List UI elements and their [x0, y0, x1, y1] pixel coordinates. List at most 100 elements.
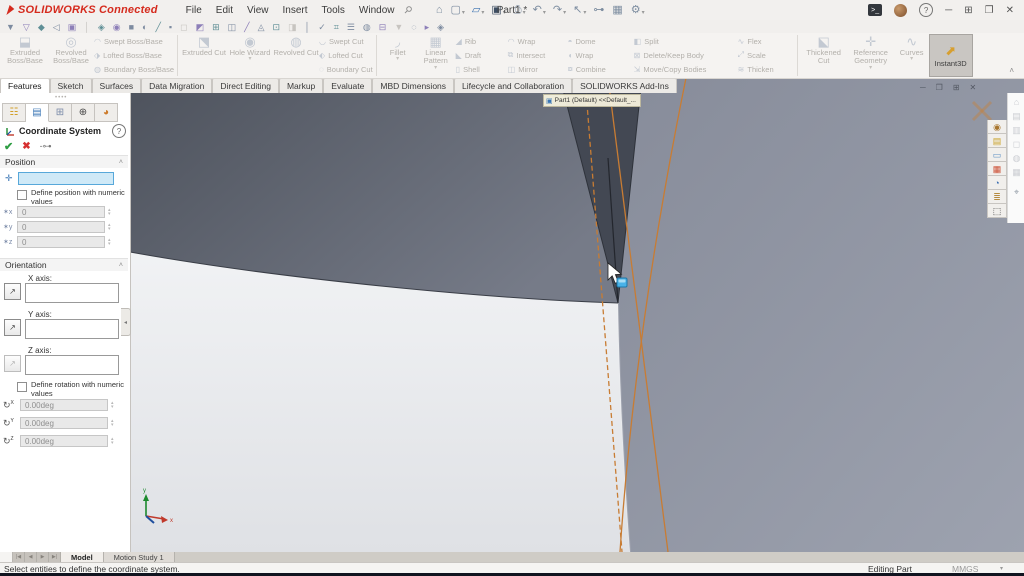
toolbar-icon[interactable]: ◐	[142, 22, 147, 32]
cancel-button[interactable]: ✖	[22, 141, 30, 152]
dome-button[interactable]: ◓Dome	[568, 36, 634, 48]
y-position-input[interactable]: 0	[17, 221, 105, 233]
position-numeric-checkbox[interactable]	[17, 190, 27, 200]
boundary-boss-button[interactable]: ◍Boundary Boss/Base	[94, 63, 174, 75]
toolbar-icon[interactable]: │	[84, 22, 90, 32]
units-dropdown-icon[interactable]: ▾	[1000, 565, 1003, 572]
quick-access-icon[interactable]: ▦	[612, 5, 623, 16]
toolbar-icon[interactable]: ◉	[113, 22, 121, 32]
linear-pattern-button[interactable]: ▦ Linear Pattern ▾	[416, 33, 456, 78]
dropdown-icon[interactable]: ▾	[642, 9, 645, 16]
z-position-input[interactable]: 0	[17, 236, 105, 248]
menu-item[interactable]: Edit	[216, 5, 233, 16]
flyout-tree-tab[interactable]: ▣ Part1 (Default) <<Default_...	[543, 94, 641, 107]
y-spinner[interactable]: ▴▾	[108, 223, 111, 231]
wrap-button[interactable]: ◠Wrap	[508, 36, 568, 48]
quick-access-icon[interactable]: ↶ ▾	[533, 5, 546, 16]
x-axis-pick-button[interactable]: ↗	[4, 283, 21, 300]
panel-grip[interactable]: ••••	[55, 95, 67, 101]
intersect-button[interactable]: ⧉Intersect	[508, 49, 568, 61]
toolbar-icon[interactable]: ◬	[258, 22, 265, 32]
dimxpertmanager-tab[interactable]: ⊕	[72, 103, 95, 122]
toolbar-icon[interactable]: ⊞	[212, 22, 220, 32]
toolbar-icon[interactable]: ╱	[155, 22, 160, 32]
position-section-header[interactable]: Position ˄	[0, 155, 128, 168]
instant3d-button[interactable]: ⬈ Instant3D	[929, 34, 973, 77]
hole-wizard-button[interactable]: ◉ Hole Wizard ▾	[227, 33, 273, 78]
toolbar-icon[interactable]: ◩	[196, 22, 205, 32]
menu-item[interactable]: Window	[359, 5, 395, 16]
tab-lifecycle-collaboration[interactable]: Lifecycle and Collaboration	[454, 78, 572, 93]
dropdown-icon[interactable]: ▾	[583, 9, 586, 16]
toolbar-icon[interactable]: ⌗	[334, 22, 339, 32]
menu-item[interactable]: File	[186, 5, 202, 16]
quick-access-icon[interactable]: ↷ ▾	[553, 5, 566, 16]
tab-mbd-dimensions[interactable]: MBD Dimensions	[372, 78, 454, 93]
menu-item[interactable]: Tools	[322, 5, 345, 16]
rib-button[interactable]: ◢Rib	[456, 36, 508, 48]
minimize-button[interactable]: ─	[945, 5, 952, 16]
motion-study-tab[interactable]: Motion Study 1	[104, 552, 175, 562]
x-axis-input[interactable]	[25, 283, 119, 303]
x-position-input[interactable]: 0	[17, 206, 105, 218]
user-avatar[interactable]	[894, 4, 907, 17]
quick-access-icon[interactable]: ▢ ▾	[450, 5, 464, 16]
units-selector[interactable]: MMGS	[952, 564, 978, 574]
thickened-cut-button[interactable]: ⬕ Thickened Cut	[801, 33, 847, 78]
x-rotation-spinner[interactable]: ▴▾	[111, 401, 114, 409]
toolbar-icon[interactable]: ▼	[6, 22, 15, 32]
x-spinner[interactable]: ▴▾	[108, 208, 111, 216]
extruded-cut-button[interactable]: ⬔ Extruded Cut	[181, 33, 227, 78]
toolbar-icon[interactable]: ▽	[23, 22, 30, 32]
graphics-area[interactable]: y x ✛⌖↻▣⬒◫◍◔◷⊡ ─ ❐ ⊞ ✕ ▣ Part1 (Default)…	[130, 78, 1024, 552]
doc-minimize-icon[interactable]: ─	[920, 83, 926, 92]
dropdown-icon[interactable]: ▾	[563, 9, 566, 16]
toolbar-icon[interactable]: │	[305, 22, 311, 32]
orientation-section-header[interactable]: Orientation ˄	[0, 258, 128, 271]
toolbar-icon[interactable]: ✓	[318, 22, 326, 32]
curves-button[interactable]: ∿ Curves ▾	[895, 33, 929, 78]
y-rotation-spinner[interactable]: ▴▾	[111, 419, 114, 427]
move-copy-bodies-button[interactable]: ⇲Move/Copy Bodies	[634, 63, 738, 75]
task-pane-tab[interactable]: ◔	[987, 176, 1007, 190]
toolbar-icon[interactable]: ▸	[425, 22, 430, 32]
combine-button[interactable]: ⧇Combine	[568, 63, 634, 75]
dropdown-icon[interactable]: ▾	[462, 9, 465, 16]
task-pane-tab[interactable]: ≣	[987, 190, 1007, 204]
shell-button[interactable]: ▯Shell	[456, 63, 508, 75]
collapse-chevron-icon[interactable]: ˄	[119, 262, 123, 269]
revolved-cut-button[interactable]: ◍ Revolved Cut	[273, 33, 319, 78]
fillet-button[interactable]: ◞ Fillet ▾	[380, 33, 416, 78]
command-prompt-icon[interactable]: >_	[868, 4, 882, 16]
layout-button[interactable]: ⊞	[964, 5, 972, 16]
tab-nav-first[interactable]: |◀	[13, 552, 25, 562]
z-axis-pick-button[interactable]: ↗	[4, 355, 21, 372]
task-pane-tab[interactable]: ⬚	[987, 204, 1007, 218]
task-pane-tab[interactable]: ◉	[987, 120, 1007, 134]
toolbar-icon[interactable]: ▣	[68, 22, 77, 32]
help-icon[interactable]: ?	[919, 3, 933, 17]
swept-cut-button[interactable]: ◡Swept Cut	[319, 36, 373, 48]
quick-access-icon[interactable]: ↖ ▾	[573, 5, 586, 16]
y-rotation-input[interactable]: 0.00deg	[20, 417, 108, 429]
toolbar-icon[interactable]: ◆	[38, 22, 45, 32]
toolbar-icon[interactable]: ◈	[437, 22, 444, 32]
task-pane-tab[interactable]: ▤	[987, 134, 1007, 148]
toolbar-icon[interactable]: ╱	[244, 22, 249, 32]
toolbar-icon[interactable]: ◈	[98, 22, 105, 32]
toolbar-icon[interactable]: ◻	[180, 22, 187, 32]
quick-access-icon[interactable]: ⌂	[436, 5, 444, 16]
panel-collapse-handle[interactable]: ◂	[121, 308, 131, 336]
flex-button[interactable]: ∿Flex	[738, 36, 794, 48]
tab-features[interactable]: Features	[0, 78, 50, 93]
delete-keep-body-button[interactable]: ⊠Delete/Keep Body	[634, 49, 738, 61]
boundary-cut-button[interactable]: ◌Boundary Cut	[319, 63, 373, 75]
rotation-numeric-checkbox[interactable]	[17, 382, 27, 392]
menu-item[interactable]: View	[247, 5, 269, 16]
doc-tile-icon[interactable]: ⊞	[953, 83, 960, 92]
position-selection-input[interactable]	[18, 172, 114, 185]
ok-button[interactable]: ✔	[4, 140, 13, 153]
dropdown-icon[interactable]: ▾	[396, 57, 399, 62]
mirror-button[interactable]: ◫Mirror	[508, 63, 568, 75]
toolbar-icon[interactable]: ◍	[363, 22, 371, 32]
